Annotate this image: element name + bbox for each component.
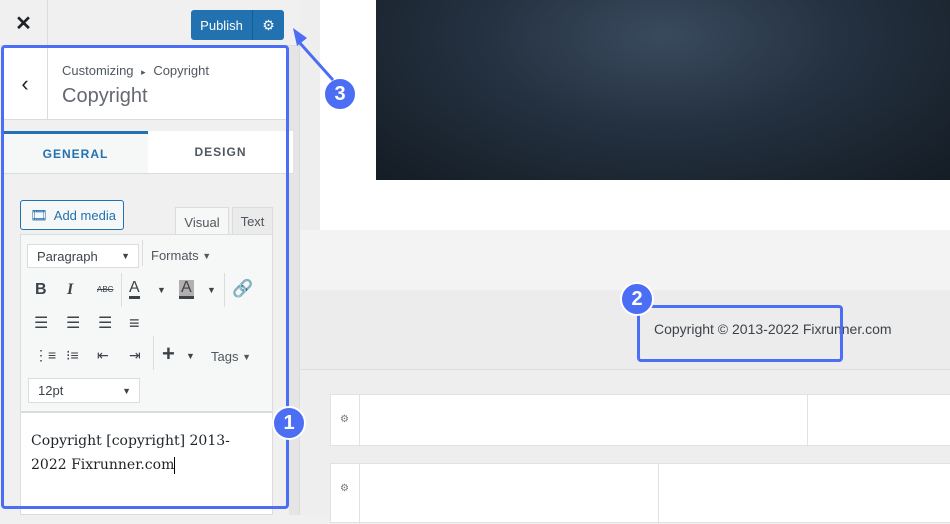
spacer-band — [300, 230, 950, 290]
row-settings-gear-icon[interactable]: ⚙ — [340, 483, 349, 494]
hero-section — [320, 0, 950, 230]
publish-button[interactable]: Publish — [191, 10, 253, 40]
annotation-arrow-icon — [293, 28, 335, 82]
builder-row[interactable]: ⚙ — [330, 394, 950, 447]
close-icon[interactable]: ✕ — [0, 0, 48, 46]
gear-icon[interactable]: ⚙ — [253, 10, 284, 40]
annotation-badge-2: 2 — [620, 282, 654, 316]
customizer-topbar: ✕ Publish ⚙ — [0, 0, 300, 46]
scrollbar[interactable] — [289, 46, 299, 515]
hero-image — [376, 0, 950, 180]
annotation-badge-1: 1 — [272, 406, 306, 440]
annotation-box-panel — [1, 45, 289, 509]
builder-row[interactable]: ⚙ — [330, 463, 950, 524]
site-preview: Copyright © 2013-2022 Fixrunner.com ⚙ ⚙ — [300, 0, 950, 524]
publish-button-group: Publish ⚙ — [191, 10, 284, 40]
annotation-box-footer — [637, 305, 843, 362]
row-settings-gear-icon[interactable]: ⚙ — [340, 414, 349, 425]
